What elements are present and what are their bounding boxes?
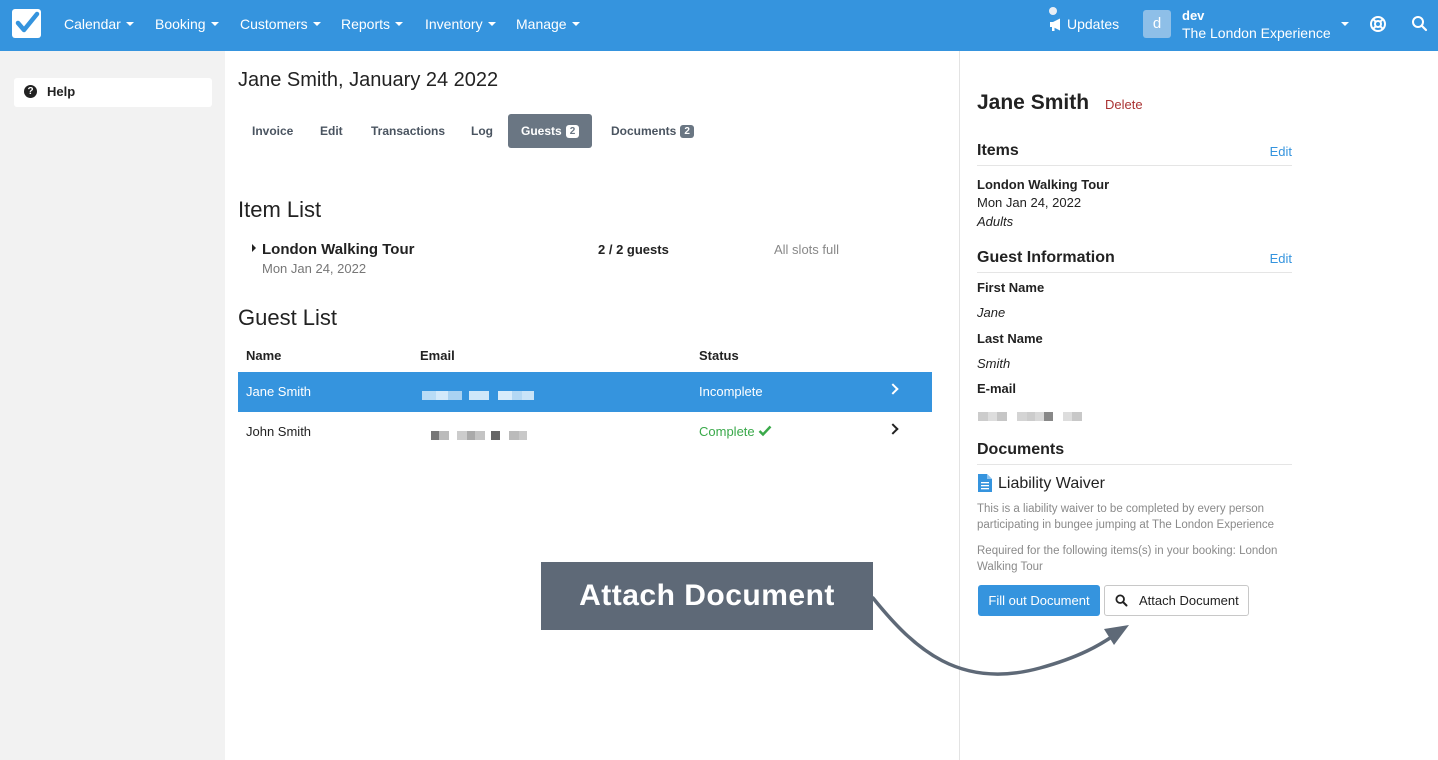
guest-list-heading: Guest List xyxy=(238,305,338,330)
fill-out-document-button[interactable]: Fill out Document xyxy=(978,585,1100,616)
item-list-heading: Item List xyxy=(238,197,322,222)
expand-triangle-icon[interactable] xyxy=(252,244,256,252)
nav-customers[interactable]: Customers xyxy=(240,16,321,32)
help-label: Help xyxy=(47,84,76,99)
documents-section-heading: Documents xyxy=(977,441,1292,465)
guest-info-edit-link[interactable]: Edit xyxy=(1270,251,1292,266)
tab-invoice[interactable]: Invoice xyxy=(252,124,293,138)
notification-dot xyxy=(1049,7,1057,15)
redacted-email xyxy=(422,388,534,400)
guest-detail-name: Jane Smith xyxy=(977,91,1090,114)
search-icon xyxy=(1115,594,1128,607)
item-guest-count: 2 / 2 guests xyxy=(598,242,669,257)
updates-button[interactable]: Updates xyxy=(1049,7,1119,32)
email-label: E-mail xyxy=(977,381,1017,396)
top-nav-bar: Calendar Booking Customers Reports Inven… xyxy=(0,0,1438,51)
checkmark-icon xyxy=(758,425,772,437)
guest-status: Incomplete xyxy=(699,384,763,399)
item-date: Mon Jan 24, 2022 xyxy=(262,261,367,276)
table-row[interactable]: Jane Smith Incomplete xyxy=(238,372,932,412)
table-row[interactable]: John Smith Complete xyxy=(238,412,932,452)
panel-item-type: Adults xyxy=(977,214,1014,229)
first-name-label: First Name xyxy=(977,280,1045,295)
items-section-heading: Items Edit xyxy=(977,142,1292,166)
search-icon[interactable] xyxy=(1410,14,1430,34)
column-header-name: Name xyxy=(246,348,282,363)
chevron-right-icon[interactable] xyxy=(887,383,899,395)
tab-transactions[interactable]: Transactions xyxy=(371,124,445,138)
nav-calendar[interactable]: Calendar xyxy=(64,16,134,32)
last-name-label: Last Name xyxy=(977,331,1043,346)
guests-count-badge: 2 xyxy=(565,125,580,138)
nav-booking[interactable]: Booking xyxy=(155,16,219,32)
panel-item-date: Mon Jan 24, 2022 xyxy=(977,195,1082,210)
item-slot-status: All slots full xyxy=(774,242,840,257)
item-name[interactable]: London Walking Tour xyxy=(262,241,414,258)
chevron-right-icon[interactable] xyxy=(887,423,899,435)
tab-documents[interactable]: Documents 2 xyxy=(611,124,694,138)
document-title: Liability Waiver xyxy=(998,475,1105,492)
guest-name: John Smith xyxy=(246,424,312,439)
user-org[interactable]: The London Experience xyxy=(1182,25,1334,41)
first-name-value: Jane xyxy=(977,305,1006,320)
column-header-status: Status xyxy=(699,348,739,363)
megaphone-icon xyxy=(1050,18,1060,31)
question-circle-icon: ? xyxy=(24,85,37,98)
tab-log[interactable]: Log xyxy=(471,124,493,138)
redacted-email xyxy=(978,409,1082,421)
avatar[interactable]: d xyxy=(1143,10,1171,38)
attach-document-button[interactable]: Attach Document xyxy=(1104,585,1249,616)
panel-item-name: London Walking Tour xyxy=(977,177,1110,192)
tab-guests[interactable]: Guests 2 xyxy=(508,114,593,148)
help-button[interactable]: ? Help xyxy=(14,78,212,107)
caret-down-icon xyxy=(312,22,321,26)
caret-down-icon xyxy=(210,22,219,26)
caret-down-icon xyxy=(571,22,580,26)
document-description: This is a liability waiver to be complet… xyxy=(977,503,1275,531)
app-logo-icon[interactable] xyxy=(12,9,41,38)
nav-inventory[interactable]: Inventory xyxy=(425,16,496,32)
user-menu-caret-icon[interactable] xyxy=(1341,22,1349,26)
delete-guest-link[interactable]: Delete xyxy=(1105,97,1143,112)
guest-status: Complete xyxy=(699,424,772,439)
document-required-items: Required for the following items(s) in y… xyxy=(977,545,1278,573)
last-name-value: Smith xyxy=(977,356,1011,371)
caret-down-icon xyxy=(125,22,134,26)
nav-reports[interactable]: Reports xyxy=(341,16,404,32)
document-icon xyxy=(978,474,992,492)
nav-manage[interactable]: Manage xyxy=(516,16,580,32)
guest-info-heading: Guest Information Edit xyxy=(977,249,1292,273)
left-sidebar: ? Help xyxy=(0,51,225,760)
page-title: Jane Smith, January 24 2022 xyxy=(238,69,499,91)
user-name[interactable]: dev xyxy=(1182,8,1204,23)
attach-document-callout: Attach Document xyxy=(541,562,873,630)
tab-edit[interactable]: Edit xyxy=(320,124,343,138)
caret-down-icon xyxy=(395,22,404,26)
caret-down-icon xyxy=(487,22,496,26)
redacted-email xyxy=(431,428,527,440)
guest-name: Jane Smith xyxy=(246,384,312,399)
column-header-email: Email xyxy=(420,348,455,363)
items-edit-link[interactable]: Edit xyxy=(1270,144,1292,159)
lifebuoy-help-icon[interactable] xyxy=(1368,14,1388,34)
documents-count-badge: 2 xyxy=(680,125,694,138)
